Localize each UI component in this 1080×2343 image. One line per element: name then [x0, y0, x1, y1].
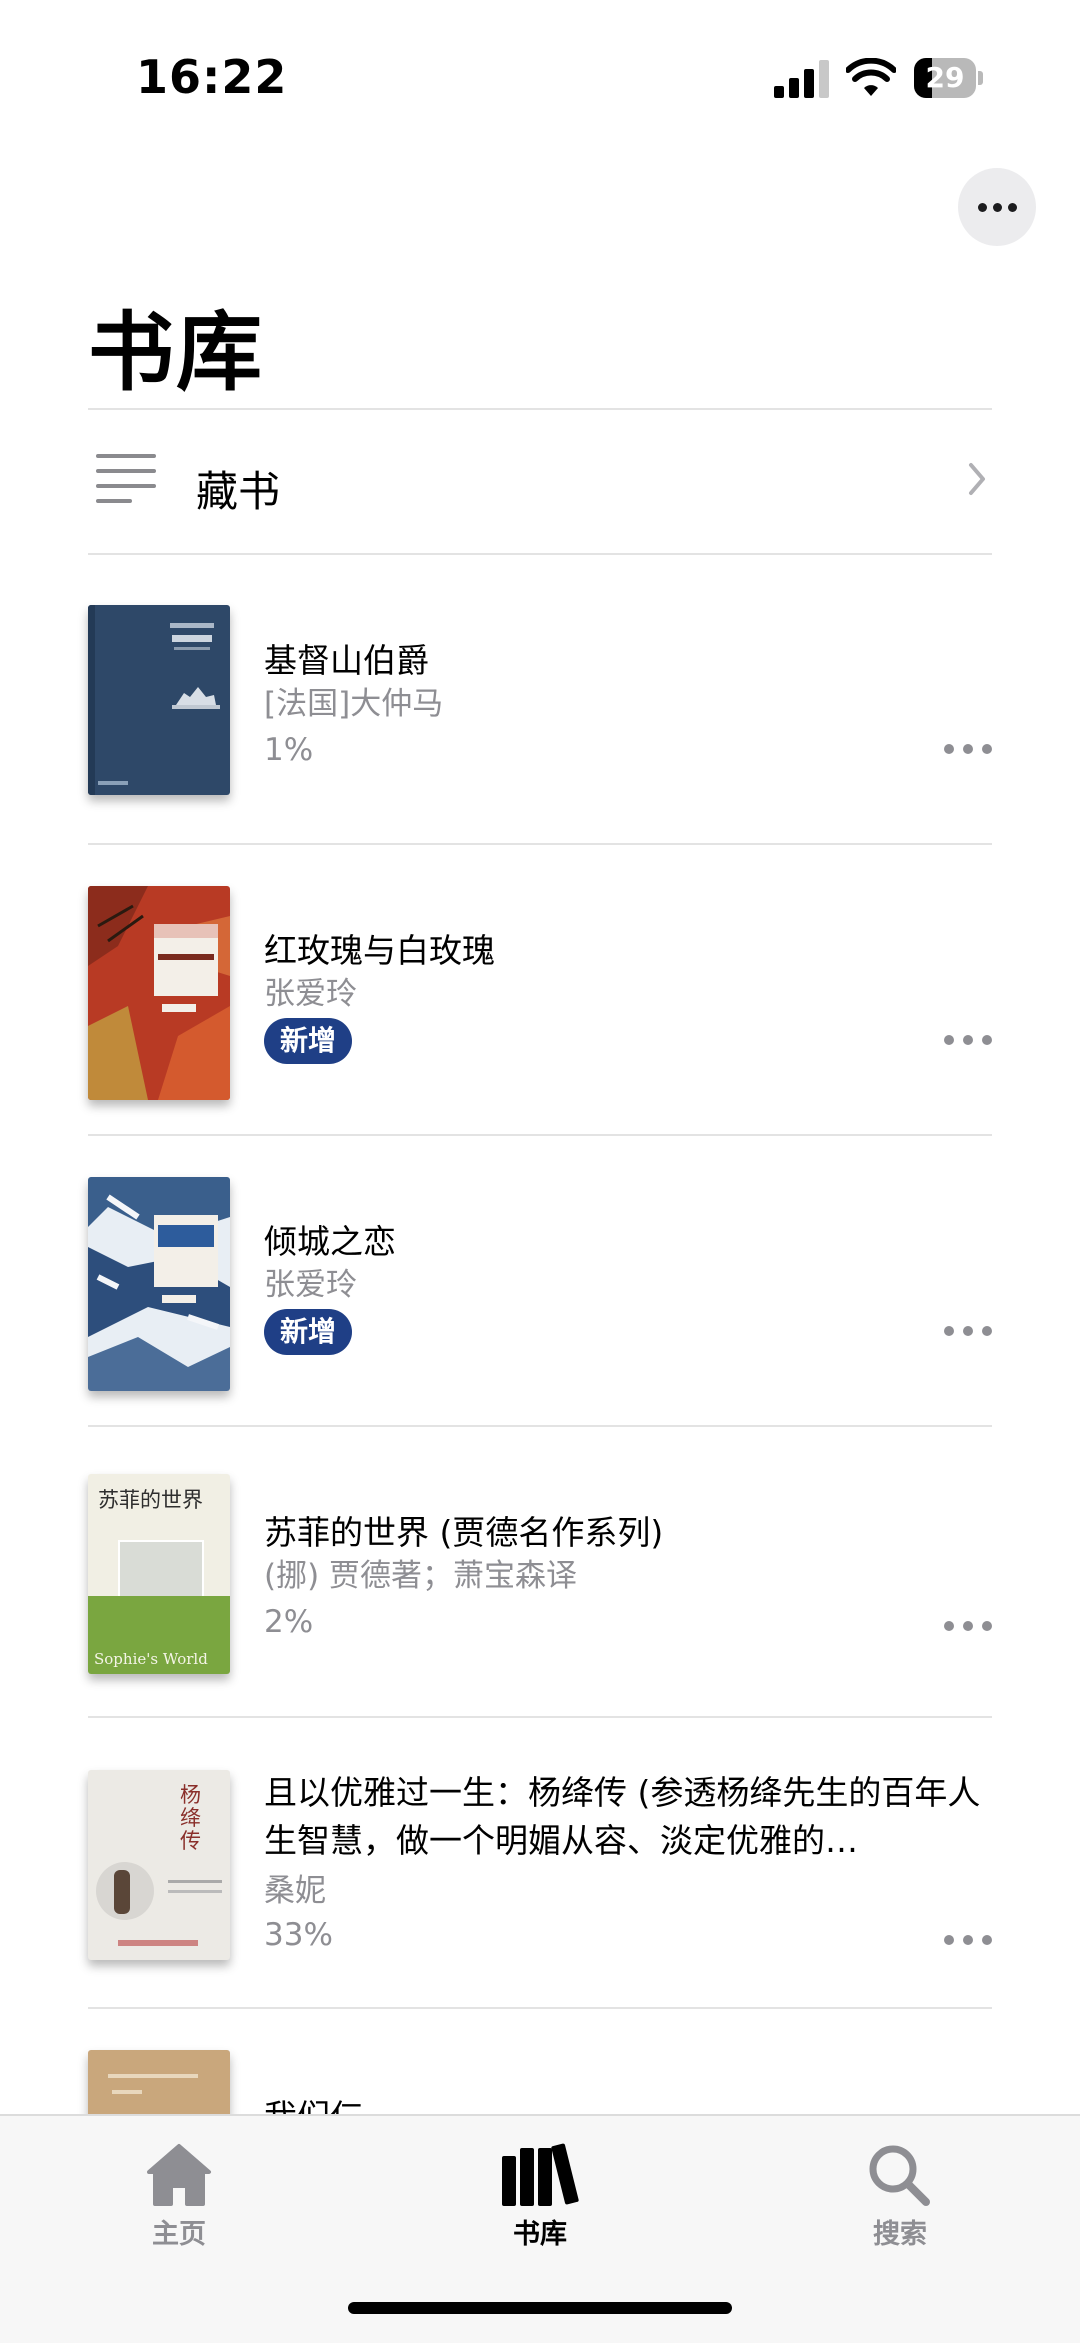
- house-icon: [147, 2144, 211, 2206]
- book-author: 桑妮: [264, 1873, 326, 1909]
- cover-title: 苏菲的世界: [98, 1488, 203, 1512]
- book-row[interactable]: 苏菲的世界 Sophie's World 苏菲的世界 (贾德名作系列) (挪) …: [88, 1462, 992, 1752]
- more-options-button[interactable]: [958, 168, 1036, 246]
- book-row[interactable]: 倾城之恋 张爱玲 新增: [88, 1171, 992, 1461]
- new-badge: 新增: [264, 1018, 353, 1064]
- books-icon: [502, 2143, 579, 2206]
- book-cover[interactable]: 杨绛传: [88, 1770, 230, 1960]
- collection-label: 藏书: [196, 467, 281, 516]
- book-more-button[interactable]: [944, 1933, 992, 1947]
- book-author: [法国]大仲马: [264, 686, 444, 722]
- divider: [88, 2007, 992, 2009]
- battery-percent: 29: [925, 61, 965, 94]
- divider: [88, 1425, 992, 1427]
- book-row[interactable]: 杨绛传 且以优雅过一生：杨绛传 (参透杨绛先生的百年人生智慧，做一个明媚从容、淡…: [88, 1753, 992, 2043]
- list-icon: [96, 454, 156, 506]
- cover-figure: [114, 1870, 130, 1914]
- new-badge: 新增: [264, 1309, 353, 1355]
- book-cover[interactable]: 苏菲的世界 Sophie's World: [88, 1474, 230, 1674]
- cover-illustration: [118, 1540, 204, 1598]
- tab-label: 搜索: [873, 2219, 927, 2250]
- divider: [88, 1134, 992, 1136]
- ellipsis-icon: [977, 202, 987, 212]
- search-icon: [869, 2145, 930, 2206]
- status-bar: 16:22 29: [0, 0, 1080, 150]
- cover-subtitle: Sophie's World: [94, 1650, 208, 1668]
- book-cover[interactable]: [88, 605, 230, 795]
- book-row[interactable]: 红玫瑰与白玫瑰 张爱玲 新增: [88, 880, 992, 1170]
- chevron-right-icon: [969, 463, 985, 495]
- book-author: 张爱玲: [264, 976, 357, 1012]
- book-more-button[interactable]: [944, 1619, 992, 1633]
- tab-library[interactable]: 书库: [450, 2132, 630, 2250]
- cellular-signal-icon: [774, 58, 830, 98]
- collection-row[interactable]: 藏书: [88, 410, 992, 556]
- wifi-icon: [846, 58, 896, 96]
- tab-label: 主页: [152, 2219, 206, 2250]
- book-author: 张爱玲: [264, 1267, 357, 1303]
- divider: [88, 1716, 992, 1718]
- tab-home[interactable]: 主页: [89, 2132, 269, 2250]
- book-cover[interactable]: [88, 1177, 230, 1391]
- divider: [88, 553, 992, 555]
- tab-search[interactable]: 搜索: [810, 2132, 990, 2250]
- battery-icon: 29: [914, 58, 984, 98]
- book-title: 且以优雅过一生：杨绛传 (参透杨绛先生的百年人生智慧，做一个明媚从容、淡定优雅的…: [264, 1773, 981, 1860]
- book-row[interactable]: 基督山伯爵 [法国]大仲马 1%: [88, 590, 992, 880]
- book-title: 苏菲的世界 (贾德名作系列): [264, 1513, 664, 1552]
- tab-label: 书库: [513, 2219, 567, 2250]
- divider: [88, 843, 992, 845]
- book-author: (挪) 贾德著；萧宝森译: [264, 1558, 578, 1594]
- book-title: 红玫瑰与白玫瑰: [264, 931, 495, 970]
- reading-progress: 2%: [264, 1604, 314, 1640]
- reading-progress: 1%: [264, 732, 314, 768]
- home-indicator: [348, 2302, 732, 2314]
- book-title: 基督山伯爵: [264, 641, 429, 680]
- book-more-button[interactable]: [944, 1324, 992, 1338]
- book-more-button[interactable]: [944, 742, 992, 756]
- cover-title: 杨绛传: [180, 1783, 201, 1853]
- book-more-button[interactable]: [944, 1033, 992, 1047]
- book-cover[interactable]: [88, 886, 230, 1100]
- status-time: 16:22: [136, 50, 288, 104]
- reading-progress: 33%: [264, 1917, 333, 1953]
- book-title: 倾城之恋: [264, 1222, 396, 1261]
- page-title: 书库: [88, 303, 264, 403]
